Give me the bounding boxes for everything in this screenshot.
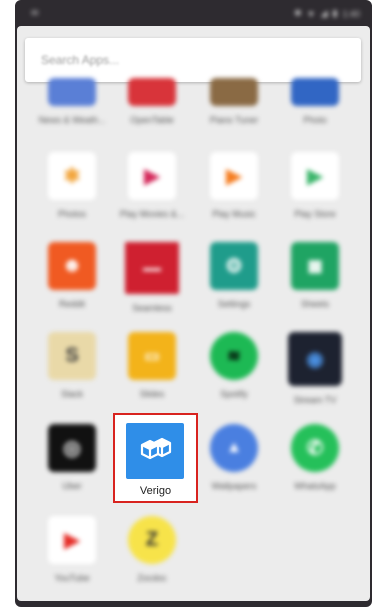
zocdoc-icon: Z [128,516,176,564]
app-settings[interactable]: ⚙ Settings [194,242,274,309]
signal-icon: ◢ [320,8,328,18]
app-wallpapers[interactable]: ▲ Wallpapers [194,424,274,491]
gear-icon: ⚙ [210,242,258,290]
bluetooth-icon: ✱ [294,8,302,18]
app-zocdoc[interactable]: Z Zocdoc [112,516,192,583]
app-photos[interactable]: ✱ Photos [32,152,112,219]
notification-icon: ✉ [31,8,39,18]
clock: 1:40 [342,8,360,19]
app-slides[interactable]: ▭ Slides [112,332,192,399]
cube-icon [126,423,184,479]
app-label: Verigo [139,485,172,497]
app-stream-tv[interactable]: ◉ Stream TV [275,332,355,405]
app-whatsapp[interactable]: ✆ WhatsApp [275,424,355,491]
battery-icon: ▮ [332,8,338,18]
uber-icon: ◎ [48,424,96,472]
play-music-icon: ▶ [210,152,258,200]
youtube-icon: ▶ [48,516,96,564]
photo-icon [291,78,339,106]
stream-tv-icon: ◉ [288,332,342,386]
reddit-icon: ☻ [48,242,96,290]
search-placeholder: Search Apps... [41,53,120,67]
app-piano-tuner[interactable]: Piano Tuner [194,78,274,125]
spotify-icon: ≋ [210,332,258,380]
app-reddit[interactable]: ☻ Reddit [32,242,112,309]
slides-icon: ▭ [128,332,176,380]
app-play-movies[interactable]: ▶ Play Movies &... [112,152,192,219]
play-store-icon: ▶ [291,152,339,200]
app-news-weather[interactable]: News & Weath... [32,78,112,125]
app-photo[interactable]: Photo [275,78,355,125]
news-icon [48,78,96,106]
wifi-icon: ▼ [306,8,316,19]
piano-icon [210,78,258,106]
slack-icon: S [48,332,96,380]
app-play-music[interactable]: ▶ Play Music [194,152,274,219]
app-seamless[interactable]: ▬▬ Seamless [112,242,192,313]
whatsapp-icon: ✆ [291,424,339,472]
app-youtube[interactable]: ▶ YouTube [32,516,112,583]
app-spotify[interactable]: ≋ Spotify [194,332,274,399]
play-movies-icon: ▶ [128,152,176,200]
seamless-icon: ▬▬ [125,242,179,294]
status-bar: ✉ ✱ ▼ ◢ ▮ 1:40 [15,0,372,24]
sheets-icon: ▦ [291,242,339,290]
app-slack[interactable]: S Slack [32,332,112,399]
app-opentable[interactable]: OpenTable [112,78,192,125]
wallpapers-icon: ▲ [210,424,258,472]
app-drawer: Search Apps... News & Weath... OpenTable… [17,26,370,601]
phone-screen: ✉ ✱ ▼ ◢ ▮ 1:40 Search Apps... News & Wea… [15,0,372,607]
search-apps-input[interactable]: Search Apps... [25,38,361,82]
app-verigo[interactable]: Verigo [113,413,198,503]
app-play-store[interactable]: ▶ Play Store [275,152,355,219]
pinwheel-icon: ✱ [48,152,96,200]
opentable-icon [128,78,176,106]
app-uber[interactable]: ◎ Uber [32,424,112,491]
app-sheets[interactable]: ▦ Sheets [275,242,355,309]
